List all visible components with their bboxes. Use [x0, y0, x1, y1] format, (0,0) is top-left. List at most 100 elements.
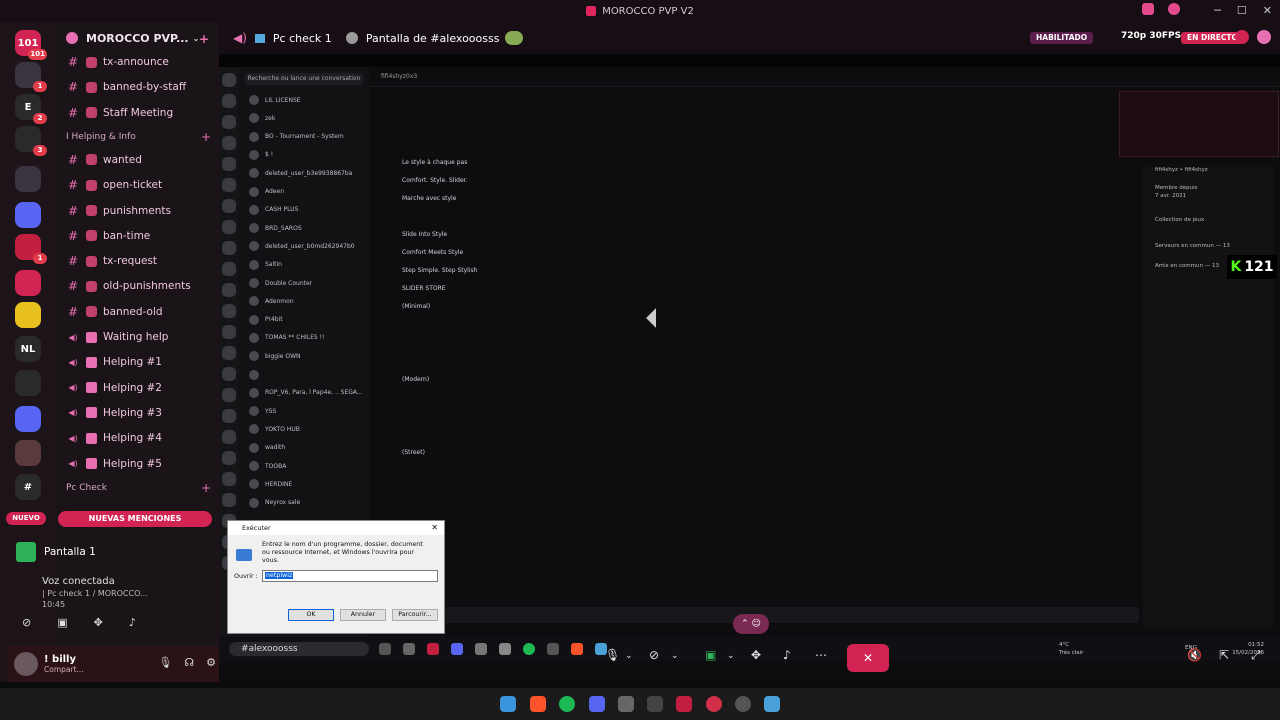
chevron-down-icon[interactable]: ⌄ — [625, 651, 633, 661]
start-icon[interactable] — [500, 696, 516, 712]
activities-icon[interactable]: ✥ — [751, 648, 761, 662]
server-icon[interactable]: # — [15, 474, 41, 500]
fullscreen-icon[interactable]: ⤢ — [1251, 648, 1261, 663]
headset-icon[interactable]: ☊ — [184, 656, 194, 669]
window-titlebar: MOROCCO PVP V2 ─ ☐ ✕ — [0, 0, 1280, 22]
server-icon[interactable]: 3 — [15, 126, 47, 156]
raise-hand-button[interactable]: ⌃ ☺ — [733, 614, 769, 634]
server-icon[interactable] — [15, 302, 41, 328]
channel-item[interactable]: ◀) Waiting help — [64, 327, 214, 347]
close-window-button[interactable]: ✕ — [1263, 4, 1272, 17]
app-c-icon[interactable] — [676, 696, 692, 712]
screen-label: Pantalla 1 — [44, 546, 96, 558]
chat-icon[interactable] — [1257, 30, 1271, 44]
screen-share-row[interactable]: Pantalla 1 — [8, 538, 212, 566]
app-b-icon[interactable] — [647, 696, 663, 712]
channel-item[interactable]: ◀) Helping #2 — [64, 378, 214, 398]
help-icon[interactable] — [1168, 3, 1180, 15]
server-icon[interactable]: 101 101 — [15, 30, 47, 60]
chevron-down-icon[interactable]: ⌄ — [727, 651, 735, 661]
camera-off-icon[interactable]: ⊘ — [22, 616, 31, 629]
channel-category[interactable]: Pc Check + — [66, 481, 211, 495]
brave-icon[interactable] — [530, 696, 546, 712]
channel-emoji-icon — [86, 458, 97, 469]
channel-item[interactable]: # old-punishments — [64, 276, 214, 296]
server-badge: 3 — [33, 145, 47, 156]
server-icon[interactable]: E2 — [15, 94, 47, 124]
channel-label: Helping #5 — [103, 457, 162, 470]
more-icon[interactable]: ⋯ — [815, 648, 827, 662]
channel-category[interactable]: I Helping & Info + — [66, 130, 211, 144]
avatar — [249, 497, 259, 508]
shared-dm-name: BO - Tournament - System — [265, 133, 344, 141]
soundboard-icon[interactable]: ♪ — [783, 648, 791, 662]
soundboard-icon[interactable]: ♪ — [129, 616, 136, 629]
server-icon[interactable] — [15, 270, 41, 296]
camera-off-icon[interactable]: ⊘ — [649, 648, 659, 662]
channel-item[interactable]: ◀) Helping #5 — [64, 454, 214, 474]
share-screen-icon[interactable]: ▣ — [705, 648, 716, 662]
shared-dm-item: deleted_user_b3e9938867ba — [249, 166, 352, 180]
share-screen-icon[interactable]: ▣ — [57, 616, 67, 629]
add-channel-icon[interactable]: + — [201, 481, 211, 495]
notepad-icon[interactable] — [764, 696, 780, 712]
channel-emoji-icon — [86, 179, 97, 191]
channel-item[interactable]: # punishments — [64, 201, 214, 221]
app-e-icon[interactable] — [735, 696, 751, 712]
server-icon[interactable]: 1 — [15, 62, 47, 92]
app-d-icon[interactable] — [706, 696, 722, 712]
add-channel-icon[interactable]: + — [201, 130, 211, 144]
popout-icon[interactable]: ⇱ — [1219, 648, 1229, 662]
channel-item[interactable]: # banned-by-staff — [64, 77, 214, 97]
volume-mute-icon[interactable]: 🔇 — [1187, 648, 1202, 662]
server-icon[interactable]: 1 — [15, 234, 47, 264]
channel-item[interactable]: # open-ticket — [64, 175, 214, 195]
add-user-icon[interactable]: + — [199, 32, 209, 46]
new-badge[interactable]: NUEVO — [6, 512, 46, 525]
shared-message: (Street) — [402, 449, 425, 456]
shared-dm-name: Saltin — [265, 261, 282, 269]
speaker-icon: ◀) — [233, 31, 247, 45]
shared-server-icon — [222, 220, 236, 234]
channel-item[interactable]: ◀) Helping #4 — [64, 428, 214, 448]
discord-icon[interactable] — [589, 696, 605, 712]
chevron-down-icon[interactable]: ⌄ — [671, 651, 679, 661]
activities-icon[interactable]: ✥ — [94, 616, 103, 629]
run-dialog-title: Exécuter — [242, 524, 271, 532]
server-icon[interactable] — [15, 370, 41, 396]
disconnect-button[interactable]: ✕ — [847, 644, 889, 672]
channel-item[interactable]: # tx-request — [64, 251, 214, 271]
new-mentions-banner[interactable]: NUEVAS MENCIONES — [58, 511, 212, 527]
server-icon[interactable]: NL — [15, 336, 41, 362]
inbox-icon[interactable] — [1142, 3, 1154, 15]
avatar[interactable] — [14, 652, 38, 676]
stream-view[interactable]: Recherche ou lance une conversation LIL … — [219, 54, 1280, 680]
shared-dm-name: $ ! — [265, 151, 274, 159]
run-open-label: Ouvrir : — [234, 573, 258, 580]
channel-label: banned-by-staff — [103, 81, 187, 94]
guild-header[interactable]: MOROCCO PVP... ⌄ + — [56, 22, 219, 54]
channel-item[interactable]: # banned-old — [64, 302, 214, 322]
channel-item[interactable]: ◀) Helping #3 — [64, 403, 214, 423]
channel-item[interactable]: # wanted — [64, 150, 214, 170]
channel-item[interactable]: # ban-time — [64, 226, 214, 246]
maximize-button[interactable]: ☐ — [1237, 4, 1247, 17]
channel-item[interactable]: # tx-announce — [64, 52, 214, 72]
mic-icon[interactable]: 🎙 — [158, 656, 172, 669]
channel-emoji-icon — [86, 107, 97, 119]
channel-item[interactable]: ◀) Helping #1 — [64, 352, 214, 372]
mic-icon[interactable]: 🎙 — [605, 648, 620, 662]
server-icon[interactable] — [15, 440, 41, 466]
server-icon[interactable] — [15, 406, 41, 432]
voice-channel-link[interactable]: | Pc check 1 / MOROCCO... — [42, 589, 148, 598]
server-icon[interactable] — [15, 166, 41, 192]
shared-dm-name: Double Counter — [265, 279, 313, 287]
server-icon[interactable] — [15, 202, 41, 228]
server-label: 101 — [17, 37, 39, 49]
shared-dm-item: Neyrox sale — [249, 496, 300, 510]
spotify-icon[interactable] — [559, 696, 575, 712]
channel-item[interactable]: # Staff Meeting — [64, 103, 214, 123]
settings-icon[interactable]: ⚙ — [206, 656, 216, 669]
minimize-button[interactable]: ─ — [1214, 4, 1221, 17]
app-a-icon[interactable] — [618, 696, 634, 712]
